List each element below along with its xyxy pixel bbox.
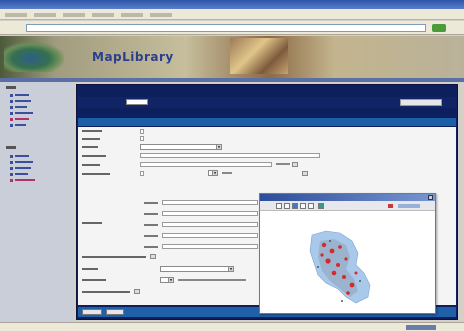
pan-icon[interactable]: [292, 203, 298, 209]
sub-field-label: [144, 246, 158, 248]
sub-field-label: [144, 235, 158, 237]
bullet-icon: [10, 160, 13, 164]
toggle-button[interactable]: [134, 289, 140, 294]
text-field[interactable]: [140, 162, 272, 167]
security-zone-indicator: [406, 325, 436, 330]
field-label: [82, 256, 146, 258]
toggle-button[interactable]: [150, 254, 156, 259]
sidebar-item[interactable]: [10, 104, 27, 109]
sidebar-item[interactable]: [10, 122, 26, 127]
sidebar-item-active[interactable]: [10, 177, 35, 182]
text-field[interactable]: [162, 222, 258, 227]
field-label: [82, 164, 100, 166]
picker-button[interactable]: [302, 171, 308, 176]
browser-status-bar: [0, 322, 464, 331]
field-hint: [178, 279, 246, 281]
text-field[interactable]: [162, 233, 258, 238]
legend-swatch-red: [388, 204, 393, 208]
field-label: [82, 173, 110, 175]
field-label: [82, 138, 100, 140]
text-field[interactable]: [140, 171, 144, 176]
field-label: [82, 155, 106, 157]
sub-field-label: [144, 202, 158, 204]
zoom-in-icon[interactable]: [276, 203, 282, 209]
bullet-icon: [10, 123, 13, 127]
sub-field-label: [144, 224, 158, 226]
bullet-icon: [10, 178, 13, 182]
sidebar-item[interactable]: [10, 171, 28, 176]
bullet-icon: [10, 99, 13, 103]
filter-input[interactable]: [126, 99, 148, 105]
sidebar-item[interactable]: [10, 153, 29, 158]
bullet-icon: [10, 154, 13, 158]
browser-title-bar: [0, 0, 464, 9]
site-brand: MapLibrary: [92, 50, 174, 64]
go-button[interactable]: [432, 24, 446, 32]
bullet-icon: [10, 166, 13, 170]
field-label: [82, 146, 98, 148]
map-canvas[interactable]: [260, 211, 435, 313]
text-field[interactable]: [162, 200, 258, 205]
bullet-icon: [10, 172, 13, 176]
option-select[interactable]: ▼: [160, 277, 174, 283]
bullet-icon: [10, 93, 13, 97]
globe-logo-icon: [4, 42, 64, 72]
map-popup-title-bar[interactable]: [260, 194, 435, 201]
select-icon[interactable]: [300, 203, 306, 209]
sidebar-item[interactable]: [10, 92, 29, 97]
address-input[interactable]: [26, 24, 426, 32]
sidebar-item-active[interactable]: [10, 116, 29, 121]
sidebar-item[interactable]: [10, 110, 33, 115]
text-field[interactable]: [140, 136, 144, 141]
browser-address-bar: [0, 21, 464, 35]
field-group-label: [82, 222, 102, 224]
close-icon[interactable]: [428, 195, 433, 200]
field-label: [82, 130, 102, 132]
chevron-down-icon: ▼: [168, 278, 173, 282]
map-toolbar: [260, 201, 435, 211]
browser-menu-bar[interactable]: [0, 9, 464, 20]
field-hint: [276, 163, 290, 165]
cancel-button[interactable]: [106, 309, 124, 315]
map-popup-window[interactable]: [259, 193, 436, 314]
category-select[interactable]: ▼: [140, 144, 222, 150]
section-header-bar: [78, 118, 456, 126]
text-field[interactable]: [140, 129, 144, 134]
sidebar-group-heading: [6, 86, 16, 89]
chevron-down-icon: ▼: [216, 145, 221, 149]
sidebar-item[interactable]: [10, 165, 31, 170]
field-label: [82, 268, 98, 270]
layers-icon[interactable]: [318, 203, 324, 209]
banner-photo: [230, 38, 288, 74]
field-label: [82, 291, 130, 293]
chevron-down-icon: ▼: [228, 267, 233, 271]
map-drawing: [309, 230, 371, 304]
sidebar-item[interactable]: [10, 98, 31, 103]
field-hint: [222, 172, 232, 174]
sub-field-label: [144, 213, 158, 215]
sidebar-item[interactable]: [10, 159, 33, 164]
unit-select[interactable]: ▼: [208, 170, 218, 176]
text-field[interactable]: [162, 244, 258, 249]
info-icon[interactable]: [308, 203, 314, 209]
text-field[interactable]: [162, 211, 258, 216]
picker-button[interactable]: [292, 162, 298, 167]
zoom-out-icon[interactable]: [284, 203, 290, 209]
bullet-icon: [10, 105, 13, 109]
legend-label: [398, 204, 420, 208]
title-field[interactable]: [140, 153, 320, 158]
chevron-down-icon: ▼: [212, 171, 217, 175]
sidebar-group-heading: [6, 146, 16, 149]
bullet-icon: [10, 117, 13, 121]
search-button[interactable]: [400, 99, 442, 106]
save-button[interactable]: [82, 309, 102, 315]
format-select[interactable]: ▼: [160, 266, 234, 272]
bullet-icon: [10, 111, 13, 115]
field-label: [82, 279, 106, 281]
